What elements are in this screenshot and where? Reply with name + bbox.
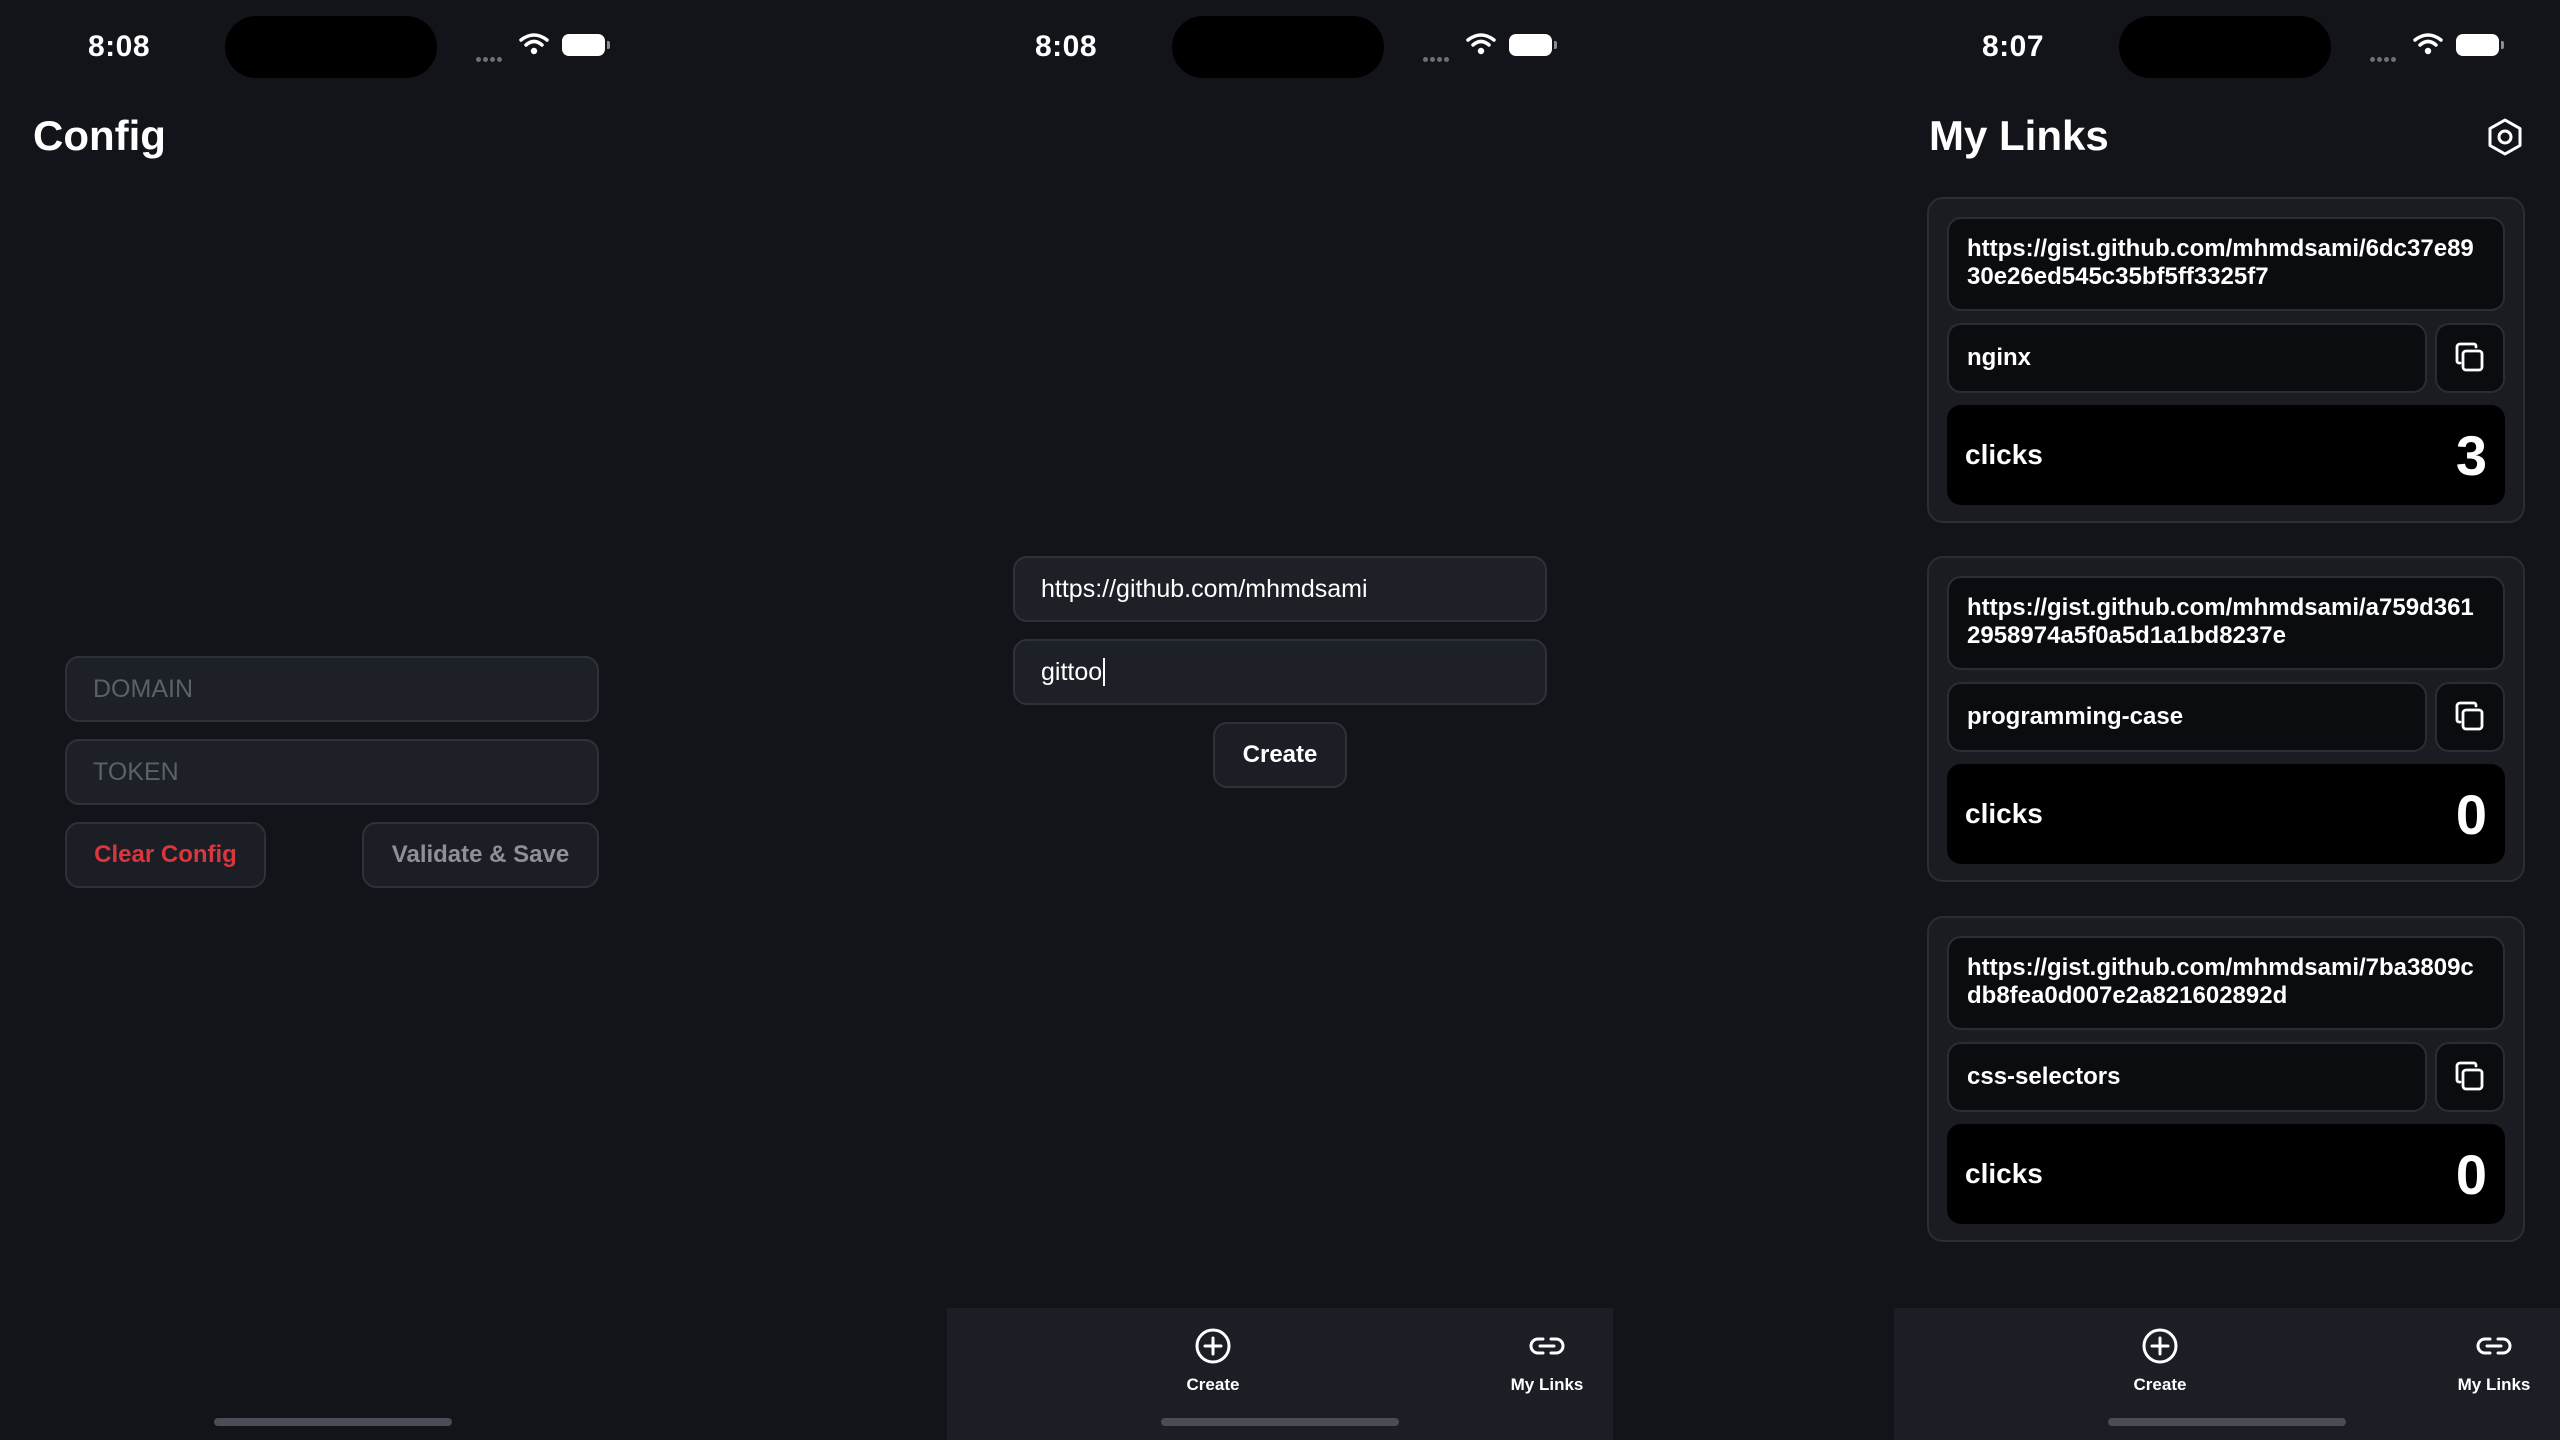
link-card: https://gist.github.com/mhmdsami/a759d36… xyxy=(1927,556,2525,882)
link-icon xyxy=(1529,1337,1565,1355)
page-title: Config xyxy=(33,112,166,159)
tab-bar: Create My Links xyxy=(947,1308,1613,1440)
tab-create[interactable]: Create xyxy=(2070,1326,2250,1395)
status-bar: 8:07 xyxy=(1894,0,2560,92)
link-slug: programming-case xyxy=(1947,682,2427,752)
tab-my-links-label: My Links xyxy=(2457,1375,2531,1394)
battery-icon xyxy=(562,34,610,56)
tab-create[interactable]: Create xyxy=(1123,1326,1303,1395)
clicks-panel: clicks 0 xyxy=(1947,1124,2505,1224)
link-url: https://gist.github.com/mhmdsami/6dc37e8… xyxy=(1947,217,2505,311)
page-title: My Links xyxy=(1929,112,2109,159)
link-slug: css-selectors xyxy=(1947,1042,2427,1112)
home-indicator xyxy=(1161,1418,1399,1426)
copy-button[interactable] xyxy=(2435,323,2505,393)
token-input[interactable]: TOKEN xyxy=(65,739,599,805)
signal-icon xyxy=(1423,49,1451,67)
create-screen: 8:08 https://github.com/mhmdsami gittoo … xyxy=(947,0,1613,1440)
dynamic-island xyxy=(225,16,437,78)
clicks-label: clicks xyxy=(1965,798,2043,829)
clicks-label: clicks xyxy=(1965,1158,2043,1189)
config-screen: 8:08 Config DOMAIN TOKEN Clear Config Va… xyxy=(0,0,666,1440)
slug-input[interactable]: gittoo xyxy=(1013,639,1547,705)
status-time: 8:08 xyxy=(1035,30,1098,63)
tab-create-label: Create xyxy=(1186,1375,1240,1394)
copy-button[interactable] xyxy=(2435,1042,2505,1112)
clear-config-button[interactable]: Clear Config xyxy=(65,822,266,888)
clicks-panel: clicks 0 xyxy=(1947,764,2505,864)
url-input[interactable]: https://github.com/mhmdsami xyxy=(1013,556,1547,622)
copy-icon xyxy=(2455,1061,2484,1091)
link-card: https://gist.github.com/mhmdsami/7ba3809… xyxy=(1927,916,2525,1242)
clicks-panel: clicks 3 xyxy=(1947,405,2505,505)
battery-icon xyxy=(1509,34,1557,56)
tab-my-links-label: My Links xyxy=(1510,1375,1584,1394)
dynamic-island xyxy=(1172,16,1384,78)
tab-my-links[interactable]: My Links xyxy=(1457,1326,1637,1395)
settings-icon[interactable] xyxy=(2486,117,2524,157)
battery-icon xyxy=(2456,34,2504,56)
signal-icon xyxy=(2370,49,2398,67)
wifi-icon xyxy=(519,33,549,55)
url-input-value: https://github.com/mhmdsami xyxy=(1041,574,1368,603)
wifi-icon xyxy=(2413,33,2443,55)
status-time: 8:07 xyxy=(1982,30,2045,63)
create-button[interactable]: Create xyxy=(1213,722,1347,788)
tab-create-label: Create xyxy=(2133,1375,2187,1394)
tab-bar: Create My Links xyxy=(1894,1308,2560,1440)
clicks-count: 3 xyxy=(2455,423,2487,487)
clicks-label: clicks xyxy=(1965,439,2043,470)
copy-button[interactable] xyxy=(2435,682,2505,752)
my-links-screen: 8:07 My Links https://gist.github.com/mh… xyxy=(1894,0,2560,1440)
home-indicator xyxy=(214,1418,452,1426)
plus-circle-icon xyxy=(2142,1328,2178,1364)
plus-circle-icon xyxy=(1195,1328,1231,1364)
status-bar: 8:08 xyxy=(947,0,1613,92)
link-slug: nginx xyxy=(1947,323,2427,393)
copy-icon xyxy=(2455,701,2484,731)
clicks-count: 0 xyxy=(2455,782,2487,846)
status-bar: 8:08 xyxy=(0,0,666,92)
text-caret xyxy=(1103,658,1106,686)
link-url: https://gist.github.com/mhmdsami/a759d36… xyxy=(1947,576,2505,670)
clicks-count: 0 xyxy=(2455,1142,2487,1206)
validate-save-button[interactable]: Validate & Save xyxy=(362,822,599,888)
link-url: https://gist.github.com/mhmdsami/7ba3809… xyxy=(1947,936,2505,1030)
slug-input-value: gittoo xyxy=(1041,657,1103,686)
copy-icon xyxy=(2455,342,2484,372)
domain-input[interactable]: DOMAIN xyxy=(65,656,599,722)
signal-icon xyxy=(476,49,504,67)
home-indicator xyxy=(2108,1418,2346,1426)
link-card: https://gist.github.com/mhmdsami/6dc37e8… xyxy=(1927,197,2525,523)
wifi-icon xyxy=(1466,33,1496,55)
dynamic-island xyxy=(2119,16,2331,78)
link-icon xyxy=(2476,1337,2512,1355)
tab-my-links[interactable]: My Links xyxy=(2404,1326,2560,1395)
status-time: 8:08 xyxy=(88,30,151,63)
